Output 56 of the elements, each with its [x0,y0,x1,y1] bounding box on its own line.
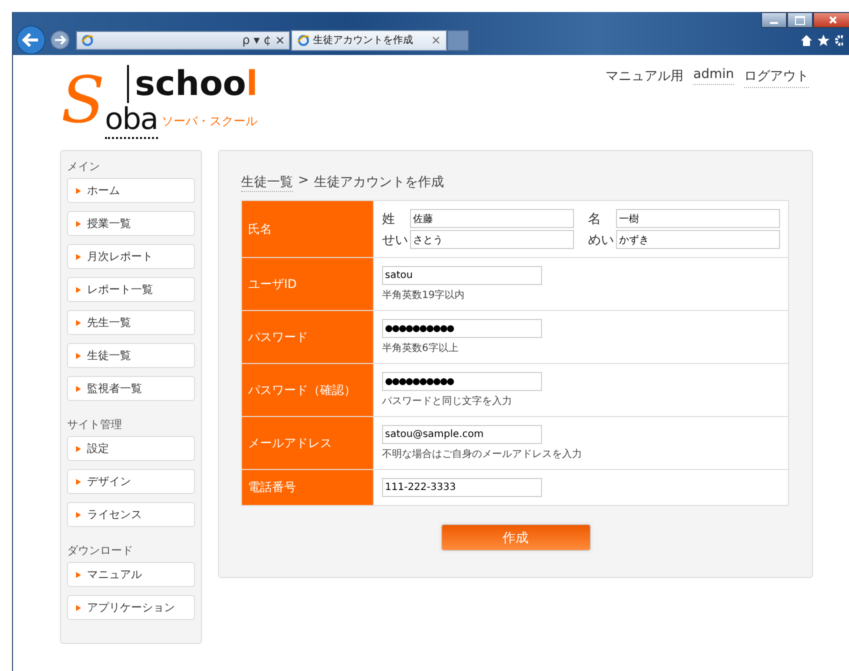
minimize-icon[interactable] [761,12,787,28]
input-field[interactable]: ●●●●●●●●●● [382,372,542,391]
breadcrumb-current: 生徒アカウントを作成 [314,174,444,192]
sidebar-section-title: サイト管理 [67,417,123,432]
name-label: 名 [588,210,602,228]
name-label: せい [382,232,408,248]
breadcrumb-separator: > [298,173,309,190]
hint-text: 半角英数19字以内 [382,288,466,302]
sidebar-item[interactable]: 授業一覧 [67,211,195,236]
sidebar-item[interactable]: 設定 [67,436,195,461]
sidebar-item[interactable]: アプリケーション [67,595,195,620]
breadcrumb-link[interactable]: 生徒一覧 [241,173,293,192]
header-link[interactable]: admin [693,67,734,85]
sidebar-item[interactable]: 先生一覧 [67,310,195,335]
tab-title: 生徒アカウントを作成 [313,34,414,47]
star-icon[interactable] [817,34,830,46]
sidebar-item[interactable]: マニュアル [67,562,195,587]
field-label: 電話番号 [242,470,374,506]
name-label: 姓 [382,210,396,228]
sidebar-item[interactable]: 月次レポート [67,244,195,269]
sidebar-item[interactable]: ライセンス [67,502,195,527]
input-field[interactable]: 111-222-3333 [382,478,542,497]
input-field[interactable]: さとう [410,230,574,249]
sidebar-item[interactable]: レポート一覧 [67,277,195,302]
input-field[interactable]: 一樹 [616,209,780,228]
sidebar-item[interactable]: デザイン [67,469,195,494]
name-label: めい [588,232,614,248]
close-icon[interactable] [813,12,849,28]
sidebar-item[interactable]: ホーム [67,178,195,203]
back-icon[interactable] [16,25,46,55]
hint-text: 不明な場合はご自身のメールアドレスを入力 [382,448,583,461]
field-label: メールアドレス [242,416,374,470]
tab-close[interactable]: × [430,33,441,47]
sidebar-item[interactable]: 生徒一覧 [67,343,195,368]
input-field[interactable]: 佐藤 [410,209,574,228]
field-label: 氏名 [242,200,374,258]
maximize-icon[interactable] [787,12,813,28]
home-icon[interactable] [800,34,813,46]
input-field[interactable]: ●●●●●●●●●● [382,319,542,338]
hint-text: 半角英数6字以上 [382,342,460,355]
browser-tab[interactable]: 生徒アカウントを作成 × [291,30,447,50]
header-text: マニュアル用 [605,68,684,85]
hint-text: パスワードと同じ文字を入力 [382,394,513,408]
input-field[interactable]: かずき [616,230,780,249]
sidebar-section-title: ダウンロード [67,543,134,558]
field-label: パスワード [242,310,374,364]
address-bar[interactable]: ρ ▾ ¢ × [76,30,290,50]
input-field[interactable]: satou [382,266,542,285]
sidebar-item[interactable]: 監視者一覧 [67,376,195,401]
field-label: パスワード（確認） [242,364,374,416]
forward-icon[interactable] [50,30,70,50]
field-label: ユーザID [242,258,374,310]
header-link[interactable]: ログアウト [744,67,809,88]
input-field[interactable]: satou@sample.com [382,425,542,444]
sidebar-section-title: メイン [67,159,101,174]
address-tools[interactable]: ρ ▾ ¢ × [242,33,285,47]
